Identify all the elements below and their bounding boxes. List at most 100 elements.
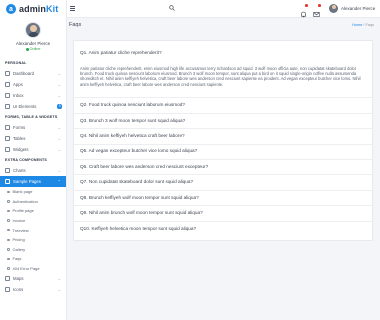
- top-bar: Alexander Pierce: [67, 0, 380, 18]
- submenu-item-pricing[interactable]: Pricing: [0, 235, 66, 245]
- sidebar-item-label: Icons: [13, 287, 24, 293]
- sidebar-item-forms[interactable]: Forms ⌄: [0, 122, 66, 133]
- divider: [74, 128, 372, 129]
- profile-status-text: Online: [29, 47, 41, 51]
- submenu-item-404[interactable]: 404 Error Page: [0, 264, 66, 274]
- notifications-button[interactable]: [300, 4, 308, 18]
- bell-icon: [301, 11, 306, 18]
- submenu-item-profile-page[interactable]: Profile page: [0, 206, 66, 216]
- chevron-down-icon: ⌄: [57, 136, 61, 141]
- submenu-item-label: Profile page: [12, 208, 34, 214]
- nav-heading-forms: FORMS, TABLE & WIDGETS: [5, 115, 58, 119]
- tables-icon: [5, 136, 10, 141]
- forms-icon: [5, 125, 10, 130]
- count-badge: 5: [57, 104, 62, 109]
- charts-icon: [5, 168, 10, 173]
- submenu-item-blank-page[interactable]: Blank page: [0, 187, 66, 197]
- user-name[interactable]: Alexander Pierce: [341, 6, 375, 11]
- sidebar-item-dashboard[interactable]: Dashboard ⌄: [0, 68, 66, 79]
- sidebar-item-apps[interactable]: Apps ⌄: [0, 79, 66, 90]
- sidebar-item-label: UI Elements: [13, 104, 37, 109]
- sidebar-item-label: Tables: [13, 136, 26, 141]
- circle-icon: [7, 248, 10, 251]
- circle-icon: [7, 257, 10, 261]
- page-title: Faqs: [69, 22, 82, 28]
- logo-icon: a: [6, 4, 16, 14]
- profile-name[interactable]: Alexander Pierce: [0, 41, 66, 46]
- inbox-icon: [5, 93, 10, 98]
- breadcrumb-current: Faqs: [365, 23, 374, 27]
- divider: [74, 113, 372, 114]
- submenu-item-label: Treeview: [12, 227, 29, 233]
- sidebar-item-label: Apps: [13, 82, 23, 87]
- messages-button[interactable]: [313, 4, 321, 17]
- faq-question-3[interactable]: Q3. Brunch 3 wolf moon tempor sunt squid…: [80, 118, 185, 123]
- brand-suffix: Kit: [46, 4, 59, 14]
- sidebar-item-label: Inbox: [13, 93, 24, 98]
- message-dot-icon: [318, 4, 321, 7]
- faq-question-2[interactable]: Q2. Food truck quinoa nesciunt laborum e…: [80, 102, 185, 107]
- sidebar-item-label: Maps: [13, 276, 24, 282]
- map-icon: [5, 276, 10, 282]
- sidebar-item-charts[interactable]: Charts ⌄: [0, 165, 66, 176]
- sidebar-item-tables[interactable]: Tables ⌄: [0, 133, 66, 144]
- submenu-item-treeview[interactable]: Treeview: [0, 225, 66, 235]
- breadcrumb-home[interactable]: Home: [352, 23, 362, 27]
- sidebar-item-sample-pages[interactable]: Sample Pages ⌃: [0, 176, 66, 187]
- divider: [74, 221, 372, 222]
- dashboard-icon: [5, 71, 10, 76]
- submenu-item-gallery[interactable]: Gallery: [0, 245, 66, 255]
- submenu-item-label: Authentication: [12, 198, 38, 204]
- menu-toggle-icon[interactable]: [70, 6, 75, 11]
- sidebar-item-inbox[interactable]: Inbox ⌄: [0, 90, 66, 101]
- circle-icon: [7, 267, 10, 270]
- submenu-item-authentication[interactable]: Authentication: [0, 197, 66, 207]
- divider: [74, 144, 372, 145]
- notification-dot-icon: [305, 4, 308, 7]
- sidebar-item-icons[interactable]: Icons ⌄: [0, 284, 66, 295]
- apps-icon: [5, 82, 10, 87]
- widgets-icon: [5, 147, 10, 152]
- faq-question-6[interactable]: Q6. Craft beer labore wes anderson cred …: [80, 164, 208, 169]
- circle-icon: [7, 209, 10, 213]
- submenu-item-invoice[interactable]: Invoice: [0, 216, 66, 226]
- circle-icon: [7, 228, 10, 232]
- submenu-item-label: 404 Error Page: [12, 266, 40, 272]
- chevron-down-icon: ⌄: [57, 168, 61, 173]
- sidebar-item-label: Widgets: [13, 147, 29, 152]
- divider: [74, 205, 372, 206]
- divider: [74, 190, 372, 191]
- faq-question-4[interactable]: Q4. Nihil anim keffiyeh helvetica craft …: [80, 133, 185, 138]
- avatar[interactable]: [25, 22, 41, 38]
- sidebar-item-maps[interactable]: Maps ⌄: [0, 273, 66, 284]
- faq-question-10[interactable]: Q10. Keffiyeh helvetica moon tempor sunt…: [80, 226, 196, 231]
- submenu-item-label: Invoice: [12, 218, 26, 224]
- chevron-down-icon: ⌄: [57, 93, 61, 98]
- submenu-item-label: Pricing: [12, 237, 25, 243]
- faq-card: Q1. Anim pariatur cliche reprehenderit? …: [73, 40, 373, 241]
- divider: [74, 174, 372, 175]
- faq-question-1[interactable]: Q1. Anim pariatur cliche reprehenderit?: [80, 50, 162, 55]
- sidebar-item-widgets[interactable]: Widgets ⌄: [0, 144, 66, 155]
- sidebar-item-label: Sample Pages: [13, 179, 41, 184]
- sidebar-item-ui-elements[interactable]: UI Elements 5: [0, 101, 66, 112]
- sidebar-item-label: Forms: [13, 125, 26, 130]
- user-avatar[interactable]: [329, 4, 338, 13]
- faq-question-5[interactable]: Q5. Ad vegan excepteur butcher vice lomo…: [80, 148, 197, 153]
- page-header: Faqs Home / Faqs: [67, 18, 380, 33]
- submenu-item-label: Faqs: [12, 256, 22, 262]
- brand-prefix: admin: [19, 4, 47, 14]
- search-icon[interactable]: [169, 5, 175, 11]
- chevron-down-icon: ⌄: [57, 287, 61, 293]
- faq-question-7[interactable]: Q7. Non cupidatat skateboard dolor sunt …: [80, 179, 193, 184]
- chevron-down-icon: ⌄: [57, 82, 61, 87]
- nav-heading-extra: EXTRA COMPONENTS: [5, 158, 48, 162]
- faq-answer-1: Anim pariatur cliche reprehenderit, enim…: [80, 66, 361, 87]
- faq-question-8[interactable]: Q8. Brunch keffiyeh wolf moon tempor sun…: [80, 195, 199, 200]
- submenu-item-label: Blank page: [12, 189, 33, 195]
- faq-question-9[interactable]: Q9. Nihil anim brunch wolf moon tempor s…: [80, 210, 203, 215]
- sidebar-item-label: Charts: [13, 168, 26, 173]
- submenu-item-faqs[interactable]: Faqs: [0, 254, 66, 264]
- brand-logo[interactable]: a adminKit: [0, 0, 66, 18]
- circle-icon: [7, 219, 10, 222]
